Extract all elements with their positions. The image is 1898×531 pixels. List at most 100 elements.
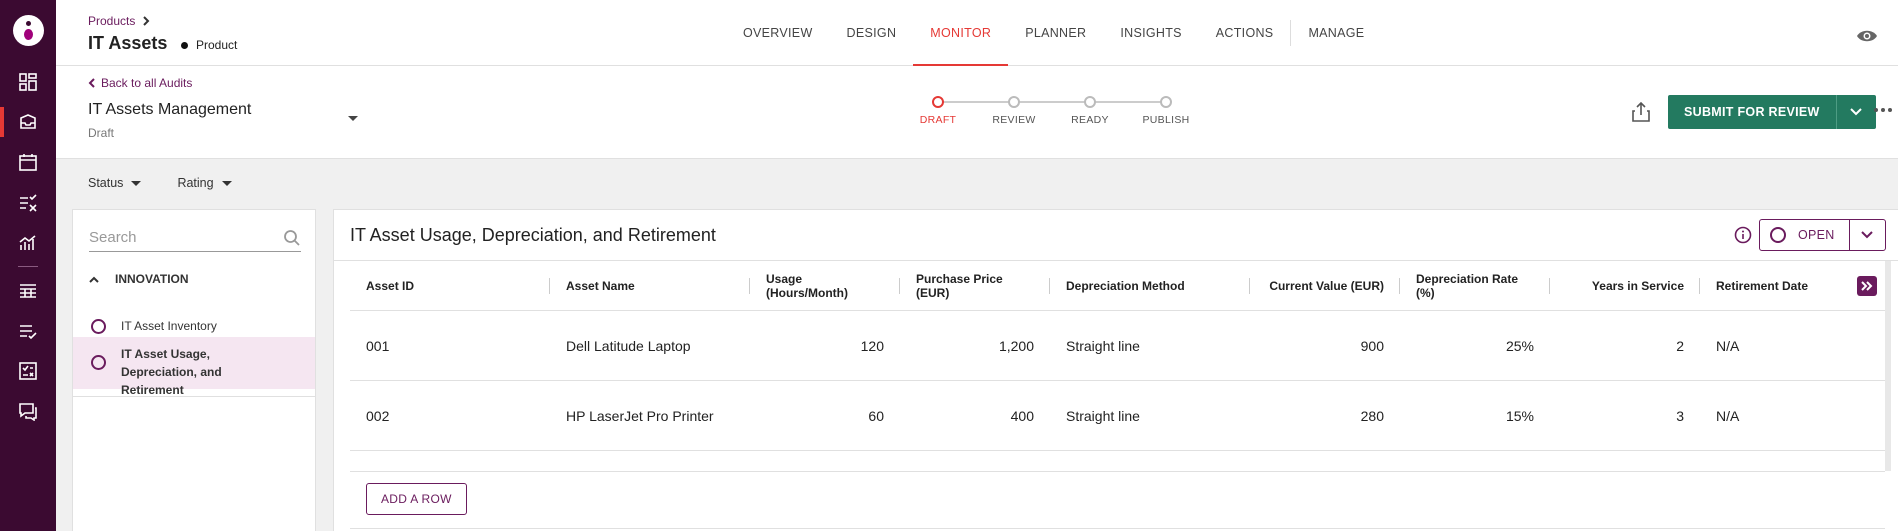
- group-innovation[interactable]: INNOVATION: [89, 272, 189, 286]
- analytics-icon[interactable]: [0, 226, 56, 260]
- step-review[interactable]: REVIEW: [976, 96, 1052, 126]
- step-label: REVIEW: [992, 114, 1036, 126]
- column-header[interactable]: Asset Name: [550, 261, 750, 310]
- audit-sections-panel: INNOVATION IT Asset Inventory IT Asset U…: [72, 209, 316, 531]
- table-cell[interactable]: Straight line: [1050, 408, 1250, 424]
- table-cell[interactable]: 2: [1550, 338, 1700, 354]
- audit-dropdown-icon[interactable]: [348, 116, 358, 121]
- product-type-badge: Product: [181, 38, 237, 52]
- table-row[interactable]: 001 Dell Latitude Laptop 120 1,200 Strai…: [350, 311, 1885, 381]
- table-cell[interactable]: HP LaserJet Pro Printer: [550, 408, 750, 424]
- step-publish[interactable]: PUBLISH: [1128, 96, 1204, 126]
- column-header[interactable]: Depreciation Rate (%): [1400, 261, 1550, 310]
- breadcrumb[interactable]: Products: [88, 14, 151, 28]
- calendar-icon[interactable]: [0, 145, 56, 179]
- tab-insights[interactable]: INSIGHTS: [1103, 0, 1198, 66]
- search-input[interactable]: [89, 229, 259, 246]
- table-cell[interactable]: 001: [350, 338, 550, 354]
- back-to-audits-link[interactable]: Back to all Audits: [88, 76, 192, 90]
- audit-name: IT Assets Management: [88, 101, 252, 118]
- sidebar-item-it-asset-usage[interactable]: IT Asset Usage, Depreciation, and Retire…: [73, 337, 315, 397]
- status-options-button[interactable]: [1848, 220, 1885, 250]
- table-scrollbar[interactable]: [1885, 261, 1891, 471]
- column-header[interactable]: Current Value (EUR): [1250, 261, 1400, 310]
- step-label: PUBLISH: [1142, 114, 1190, 126]
- chat-icon[interactable]: [0, 394, 56, 428]
- dashboard-icon[interactable]: [0, 65, 56, 99]
- tab-overview[interactable]: OVERVIEW: [726, 0, 830, 66]
- task-list-icon[interactable]: [0, 314, 56, 348]
- left-rail: [0, 0, 56, 531]
- table-cell[interactable]: 900: [1250, 338, 1400, 354]
- table-cell[interactable]: 400: [900, 408, 1050, 424]
- table-cell[interactable]: 60: [750, 408, 900, 424]
- chevron-down-icon: [1861, 231, 1873, 239]
- dot-icon: [181, 41, 188, 49]
- status-filter-label: Status: [88, 176, 124, 190]
- table-row[interactable]: 002 HP LaserJet Pro Printer 60 400 Strai…: [350, 381, 1885, 451]
- top-header: Products IT Assets Product OVERVIEW DESI…: [56, 0, 1898, 66]
- preview-eye-icon[interactable]: [1856, 28, 1878, 49]
- add-row-button[interactable]: ADD A ROW: [366, 483, 467, 515]
- checklist-icon[interactable]: [0, 186, 56, 220]
- section-status-group: OPEN: [1759, 219, 1886, 251]
- tab-monitor[interactable]: MONITOR: [913, 0, 1009, 66]
- app-root: Products IT Assets Product OVERVIEW DESI…: [0, 0, 1898, 531]
- column-header[interactable]: Years in Service: [1550, 261, 1700, 310]
- table-cell[interactable]: 15%: [1400, 408, 1550, 424]
- table-cell[interactable]: 002: [350, 408, 550, 424]
- search-box: [89, 224, 301, 252]
- status-circle-icon: [91, 355, 106, 370]
- main-tabs: OVERVIEW DESIGN MONITOR PLANNER INSIGHTS…: [726, 0, 1381, 66]
- tab-planner[interactable]: PLANNER: [1008, 0, 1103, 66]
- step-draft[interactable]: DRAFT: [900, 96, 976, 126]
- section-title: IT Asset Usage, Depreciation, and Retire…: [350, 225, 716, 245]
- chevron-down-icon: [1850, 108, 1862, 116]
- column-header[interactable]: Purchase Price (EUR): [900, 261, 1050, 310]
- inbox-icon[interactable]: [0, 105, 56, 139]
- column-header[interactable]: Depreciation Method: [1050, 261, 1250, 310]
- table-cell[interactable]: 1,200: [900, 338, 1050, 354]
- rating-filter[interactable]: Rating: [177, 176, 232, 190]
- column-header[interactable]: Asset ID: [350, 261, 550, 310]
- back-label[interactable]: Back to all Audits: [101, 76, 192, 90]
- caret-down-icon: [221, 180, 232, 186]
- table-icon[interactable]: [0, 274, 56, 308]
- table-bottom-border: [350, 471, 1885, 472]
- table-cell[interactable]: Straight line: [1050, 338, 1250, 354]
- page-title: IT Assets: [88, 33, 168, 53]
- chevron-right-icon: [143, 16, 150, 26]
- step-label: READY: [1071, 114, 1109, 126]
- table-cell[interactable]: N/A: [1700, 338, 1885, 354]
- caret-down-icon: [131, 180, 142, 186]
- info-icon[interactable]: [1734, 226, 1752, 249]
- report-icon[interactable]: [0, 354, 56, 388]
- expand-columns-icon[interactable]: [1857, 276, 1877, 296]
- share-icon[interactable]: [1631, 101, 1651, 128]
- more-options-icon[interactable]: [1874, 108, 1892, 112]
- step-ready[interactable]: READY: [1052, 96, 1128, 126]
- sidebar-item-label: IT Asset Inventory: [121, 319, 217, 333]
- app-logo-icon[interactable]: [13, 15, 44, 46]
- breadcrumb-products[interactable]: Products: [88, 14, 135, 28]
- sidebar-item-label: IT Asset Usage, Depreciation, and Retire…: [121, 347, 222, 397]
- table-cell[interactable]: Dell Latitude Laptop: [550, 338, 750, 354]
- submit-for-review-group: SUBMIT FOR REVIEW: [1668, 95, 1876, 129]
- table-cell[interactable]: 280: [1250, 408, 1400, 424]
- tab-design[interactable]: DESIGN: [830, 0, 914, 66]
- table-cell[interactable]: 25%: [1400, 338, 1550, 354]
- search-icon[interactable]: [283, 229, 301, 247]
- step-circle-icon: [1084, 96, 1096, 108]
- submit-options-button[interactable]: [1835, 95, 1876, 129]
- status-filter[interactable]: Status: [88, 176, 142, 190]
- table-cell[interactable]: 120: [750, 338, 900, 354]
- submit-for-review-button[interactable]: SUBMIT FOR REVIEW: [1668, 95, 1836, 129]
- rail-divider: [18, 266, 38, 267]
- column-header[interactable]: Usage (Hours/Month): [750, 261, 900, 310]
- tab-actions[interactable]: ACTIONS: [1199, 0, 1291, 66]
- table-cell[interactable]: 3: [1550, 408, 1700, 424]
- workflow-stepper: DRAFT REVIEW READY PUBLISH: [920, 96, 1189, 136]
- table-cell[interactable]: N/A: [1700, 408, 1885, 424]
- open-status-button[interactable]: OPEN: [1760, 220, 1849, 250]
- tab-manage[interactable]: MANAGE: [1291, 0, 1381, 66]
